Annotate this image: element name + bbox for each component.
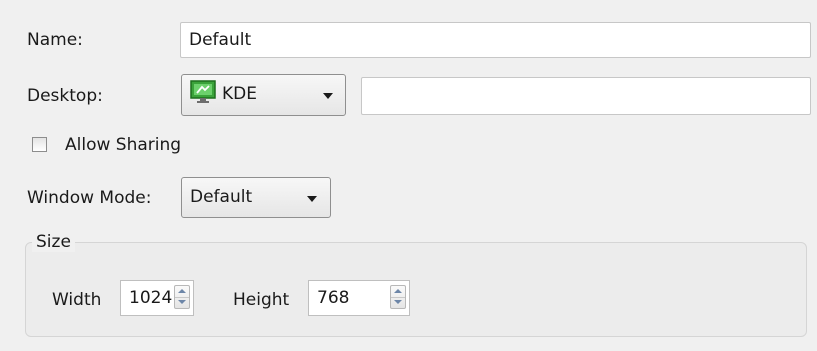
window-mode-label: Window Mode: xyxy=(27,188,152,208)
arrow-down-icon xyxy=(178,300,186,304)
size-group-title: Size xyxy=(32,232,75,252)
allow-sharing-label: Allow Sharing xyxy=(65,135,182,155)
height-spin-buttons xyxy=(390,285,406,309)
height-spinbox[interactable]: 768 xyxy=(308,280,410,316)
window-mode-select[interactable]: Default xyxy=(181,177,331,218)
desktop-extra-input[interactable] xyxy=(361,77,811,115)
height-value: 768 xyxy=(317,288,350,308)
width-decrement-button[interactable] xyxy=(175,297,189,308)
name-input[interactable] xyxy=(180,22,811,58)
chevron-down-icon xyxy=(307,195,317,202)
arrow-up-icon xyxy=(394,289,402,293)
arrow-up-icon xyxy=(178,289,186,293)
desktop-selected-value: KDE xyxy=(222,84,257,104)
width-spinbox[interactable]: 1024 xyxy=(120,280,194,316)
window-mode-selected-value: Default xyxy=(190,187,253,207)
chevron-down-icon xyxy=(323,93,333,99)
height-label: Height xyxy=(233,290,290,310)
width-value: 1024 xyxy=(129,288,173,308)
kde-icon xyxy=(190,80,216,103)
allow-sharing-checkbox[interactable] xyxy=(32,137,47,152)
desktop-select[interactable]: KDE xyxy=(181,74,346,116)
width-spin-buttons xyxy=(174,285,190,309)
width-label: Width xyxy=(52,290,102,310)
height-decrement-button[interactable] xyxy=(391,297,405,308)
name-label: Name: xyxy=(27,30,83,50)
desktop-label: Desktop: xyxy=(27,86,103,106)
arrow-down-icon xyxy=(394,300,402,304)
